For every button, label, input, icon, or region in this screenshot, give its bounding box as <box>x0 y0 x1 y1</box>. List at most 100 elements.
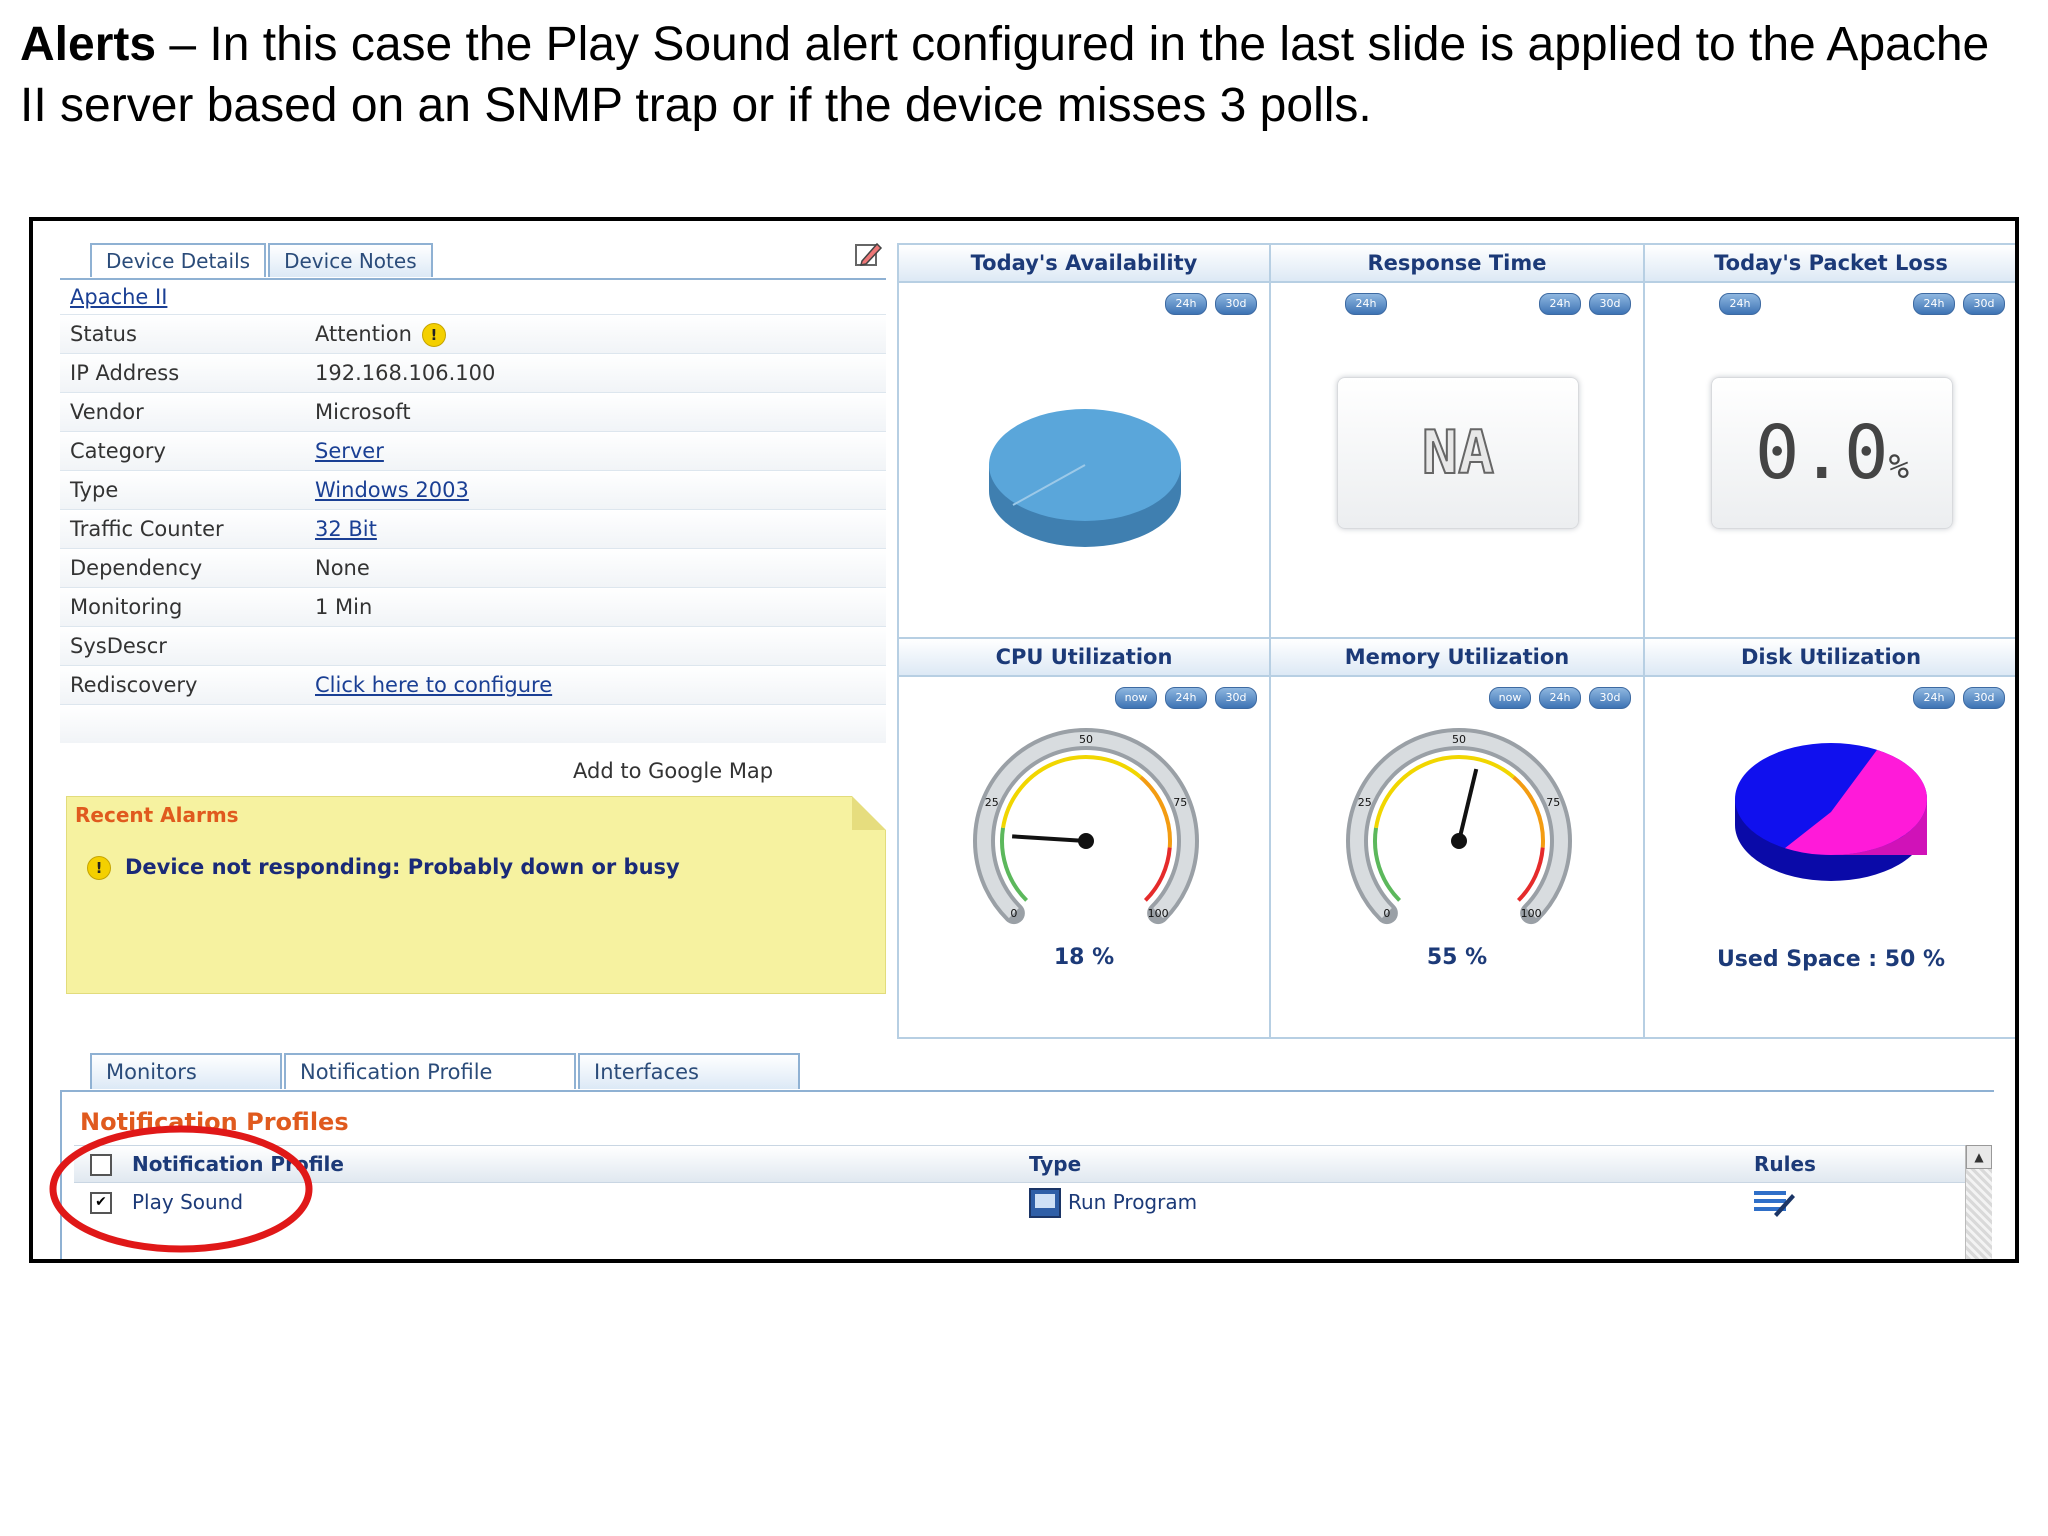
gauge-tick-label: 75 <box>1173 796 1187 809</box>
range-button[interactable]: 24h <box>1345 293 1387 315</box>
gauge-hub <box>1078 833 1094 849</box>
column-rules[interactable]: Rules <box>1754 1146 1816 1182</box>
range-button[interactable]: 24h <box>1913 293 1955 315</box>
detail-value-text: 192.168.106.100 <box>315 361 496 385</box>
tab-device-notes[interactable]: Device Notes <box>268 243 433 277</box>
packet-loss-unit: % <box>1888 447 1910 487</box>
gauge-tick-label: 25 <box>1358 796 1372 809</box>
detail-row: Dependency None <box>60 548 886 587</box>
panel-title: Today's Availability <box>899 245 1269 283</box>
range-button[interactable]: 30d <box>1589 293 1631 315</box>
detail-row: Monitoring 1 Min <box>60 587 886 626</box>
gauge-needle <box>1457 768 1479 842</box>
detail-value: 1 Min <box>315 588 372 626</box>
warning-icon: ! <box>87 856 111 880</box>
panel-buttons: 24h <box>1337 293 1387 315</box>
device-details: Apache II Status Attention! IP Address 192.… <box>60 278 886 743</box>
range-button[interactable]: 24h <box>1539 293 1581 315</box>
column-type[interactable]: Type <box>1029 1146 1081 1182</box>
gauge-tick-label: 100 <box>1148 907 1169 920</box>
memory-value-label: 55 % <box>1426 945 1488 970</box>
detail-value[interactable]: 32 Bit <box>315 510 377 548</box>
range-button[interactable]: 24h <box>1719 293 1761 315</box>
gauge-tick-label: 100 <box>1521 907 1542 920</box>
detail-value: None <box>315 549 370 587</box>
alarm-item[interactable]: ! Device not responding: Probably down or… <box>87 855 680 880</box>
detail-value-text: 1 Min <box>315 595 373 619</box>
panel-buttons: 24h 30d <box>1905 293 2005 315</box>
range-button[interactable]: 30d <box>1963 293 2005 315</box>
range-button[interactable]: 24h <box>1539 687 1581 709</box>
panel-buttons: 24h 30d <box>1531 293 1631 315</box>
highlight-circle <box>49 1125 313 1253</box>
recent-alarms: Recent Alarms ! Device not responding: Pr… <box>66 796 886 994</box>
device-tabs: Device Details Device Notes <box>90 243 435 279</box>
alarm-text: Device not responding: Probably down or … <box>125 855 680 879</box>
detail-value-text[interactable]: Click here to configure <box>315 673 552 697</box>
range-button[interactable]: 30d <box>1215 293 1257 315</box>
detail-value: Attention! <box>315 315 446 353</box>
device-name[interactable]: Apache II <box>60 280 886 314</box>
detail-row: Traffic Counter 32 Bit <box>60 509 886 548</box>
range-button[interactable]: now <box>1489 687 1531 709</box>
panel-buttons: 24h 30d <box>1157 293 1257 315</box>
tab-device-details[interactable]: Device Details <box>90 243 267 277</box>
detail-value-text[interactable]: 32 Bit <box>315 517 377 541</box>
cpu-gauge: 0 25 50 75 100 <box>973 728 1199 925</box>
table-header: Notification Profile Type Rules <box>74 1145 1974 1183</box>
table-row[interactable]: ✔ Play Sound Run Program <box>74 1182 1974 1222</box>
detail-row: Vendor Microsoft <box>60 392 886 431</box>
range-button[interactable]: 24h <box>1913 687 1955 709</box>
gauge-tick-label: 0 <box>1383 907 1390 920</box>
availability-pie <box>989 409 1181 547</box>
notification-profiles: Notification Profiles Notification Profi… <box>60 1090 1994 1259</box>
range-button[interactable]: 30d <box>1589 687 1631 709</box>
detail-value-text[interactable]: Windows 2003 <box>315 478 469 502</box>
run-program-icon <box>1029 1188 1061 1218</box>
blank-row <box>60 704 886 743</box>
range-button[interactable]: 30d <box>1215 687 1257 709</box>
panel-buttons: 24h 30d <box>1905 687 2005 709</box>
panel-memory: Memory Utilization now 24h 30d 0 25 50 75 10… <box>1269 637 1645 1039</box>
range-button[interactable]: 24h <box>1165 293 1207 315</box>
google-map-link[interactable]: Add to Google Map <box>573 759 773 783</box>
scrollbar[interactable]: ▲ <box>1965 1145 1992 1259</box>
packet-loss-display: 0.0% <box>1711 377 1953 529</box>
range-button[interactable]: now <box>1115 687 1157 709</box>
tab-notification-profile[interactable]: Notification Profile <box>284 1053 576 1089</box>
warning-icon: ! <box>421 323 446 347</box>
rules-edit-icon[interactable] <box>1752 1188 1796 1218</box>
panel-buttons: now 24h 30d <box>1481 687 1631 709</box>
detail-key: SysDescr <box>70 634 167 658</box>
detail-value[interactable]: Server <box>315 432 384 470</box>
detail-key: Dependency <box>70 556 203 580</box>
screenshot-frame: Device Details Device Notes Apache II St… <box>29 217 2019 1263</box>
detail-value-text: Microsoft <box>315 400 411 424</box>
detail-value-text: None <box>315 556 370 580</box>
tab-interfaces[interactable]: Interfaces <box>578 1053 800 1089</box>
panel-packet-loss: Today's Packet Loss 24h 24h 30d 0.0% <box>1643 243 2015 639</box>
gauge-hub <box>1451 833 1467 849</box>
detail-key: Traffic Counter <box>70 517 224 541</box>
detail-value-text[interactable]: Server <box>315 439 384 463</box>
detail-value[interactable]: Windows 2003 <box>315 471 469 509</box>
panel-buttons: 24h <box>1711 293 1761 315</box>
range-button[interactable]: 24h <box>1165 687 1207 709</box>
tab-monitors[interactable]: Monitors <box>90 1053 282 1089</box>
detail-key: Vendor <box>70 400 144 424</box>
range-button[interactable]: 30d <box>1963 687 2005 709</box>
detail-value: Microsoft <box>315 393 411 431</box>
detail-row: Type Windows 2003 <box>60 470 886 509</box>
disk-pie <box>1735 743 1927 881</box>
detail-value[interactable]: Click here to configure <box>315 666 552 704</box>
detail-row: Category Server <box>60 431 886 470</box>
panel-title: Today's Packet Loss <box>1645 245 2015 283</box>
gauge-tick-label: 50 <box>1079 733 1093 746</box>
edit-icon[interactable] <box>853 239 883 269</box>
alarms-title: Recent Alarms <box>75 803 239 827</box>
panel-cpu: CPU Utilization now 24h 30d 0 25 50 75 100 1… <box>897 637 1271 1039</box>
scroll-up-icon[interactable]: ▲ <box>1966 1145 1992 1169</box>
detail-row: Status Attention! <box>60 314 886 353</box>
profile-type: Run Program <box>1068 1190 1198 1214</box>
detail-key: Monitoring <box>70 595 183 619</box>
